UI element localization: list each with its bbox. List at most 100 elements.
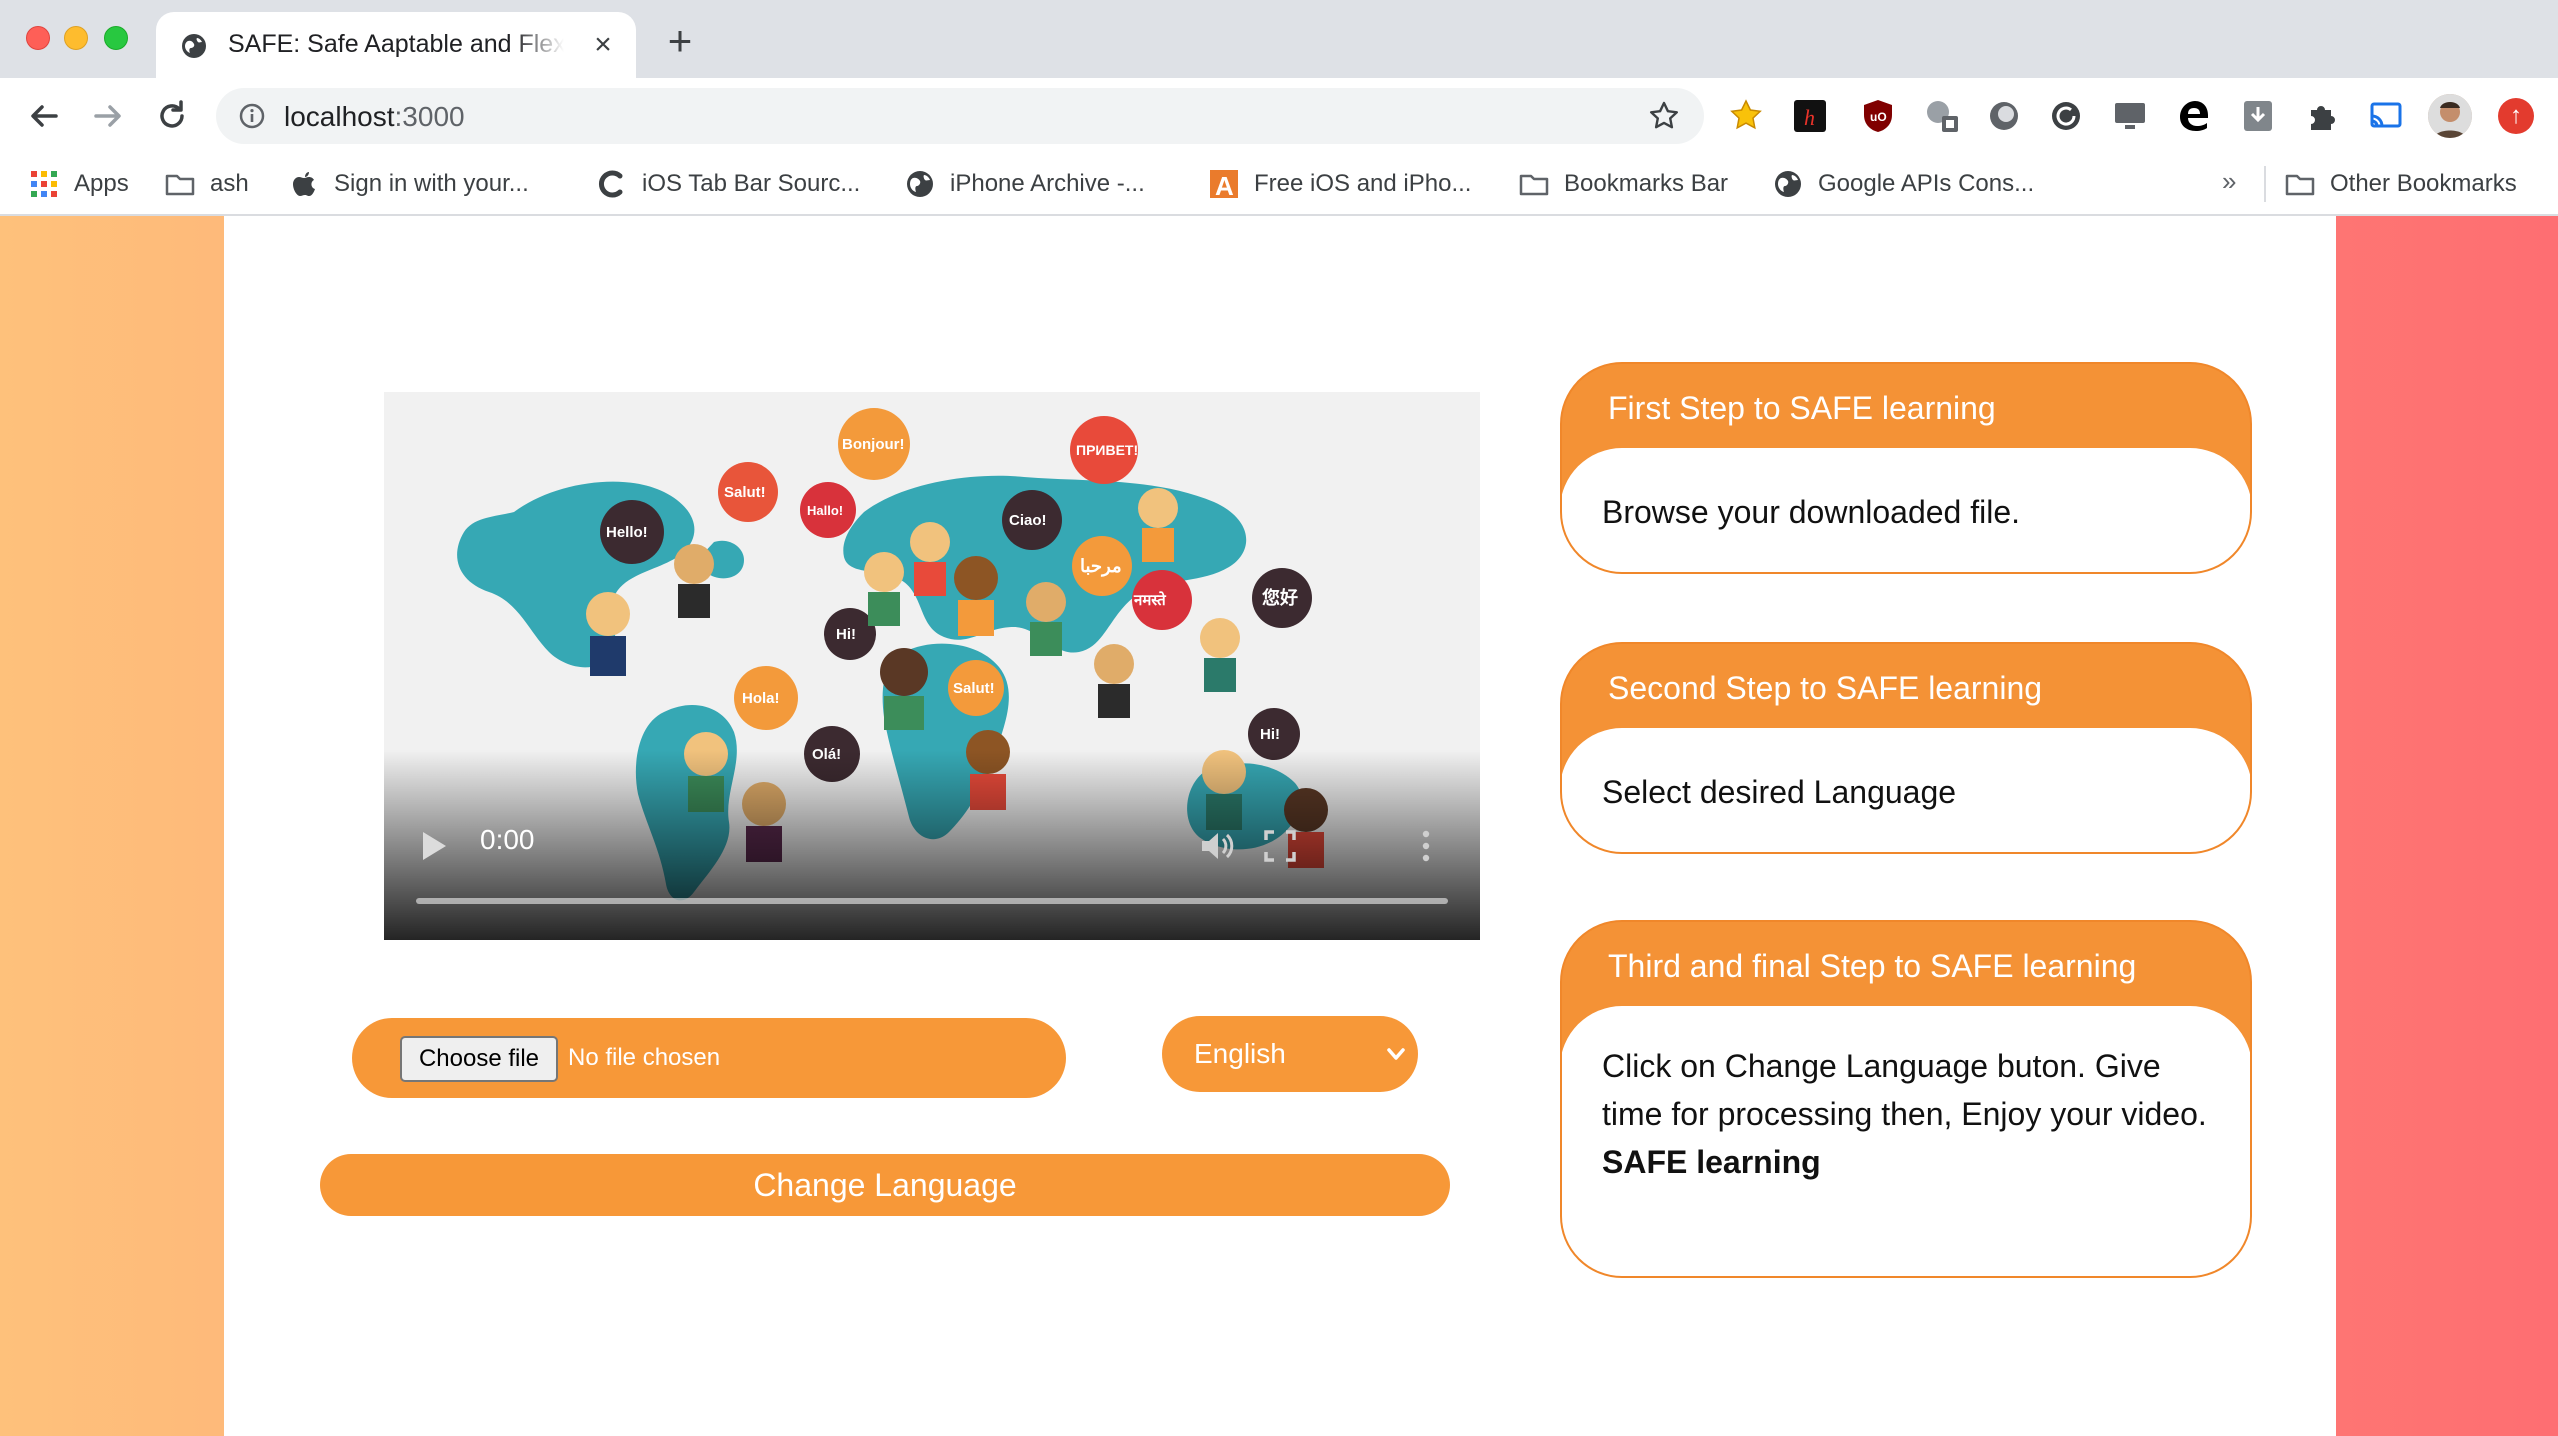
globe-icon [182,34,206,58]
url-host: localhost [284,101,395,132]
bookmark-ash[interactable]: ash [164,164,249,204]
tab-title: SAFE: Safe Aaptable and Flexible [228,30,564,58]
step-title: First Step to SAFE learning [1608,390,1996,426]
url-port: :3000 [394,101,465,132]
bookmark-free-ios[interactable]: A Free iOS and iPho... [1208,164,1471,204]
apps-grid-icon [31,171,57,197]
video-progress-bar[interactable] [416,898,1448,904]
step-card-3: Third and final Step to SAFE learning Cl… [1560,920,2252,1278]
svg-text:Hola!: Hola! [742,690,780,707]
step-body: Select desired Language [1562,728,2250,852]
profile-avatar[interactable] [2428,94,2472,138]
choose-file-button[interactable]: Choose file [400,1036,558,1082]
page-background: Bonjour! ПРИВЕТ! Hello! Salut! Hallo! Ci… [0,216,2558,1436]
svg-text:Hi!: Hi! [836,626,856,643]
more-options-icon[interactable] [1420,828,1432,864]
window-maximize-button[interactable] [104,26,128,50]
change-language-button[interactable]: Change Language [320,1154,1450,1216]
browser-tab-strip: SAFE: Safe Aaptable and Flexible × + [0,0,2558,78]
favorites-star-icon[interactable] [1728,98,1764,134]
bookmark-label: iOS Tab Bar Sourc... [642,170,861,197]
play-icon[interactable] [420,830,448,862]
bookmark-other-bookmarks[interactable]: Other Bookmarks [2284,164,2517,204]
step-text: Browse your downloaded file. [1602,494,2021,530]
url-text: localhost:3000 [284,101,465,133]
bookmark-iphone-archive[interactable]: iPhone Archive -... [904,164,1145,204]
address-bar[interactable]: localhost:3000 [216,88,1704,144]
svg-text:A: A [1215,171,1234,200]
bookmarks-bar: Apps ash Sign in with your... iOS Tab Ba… [0,154,2558,216]
safe-learning-strong: SAFE learning [1602,1144,1821,1180]
forward-arrow-icon[interactable] [86,94,130,138]
bookmark-label: Bookmarks Bar [1564,170,1729,197]
step-body: Browse your downloaded file. [1562,448,2250,572]
bookmark-ios-tab-bar[interactable]: iOS Tab Bar Sourc... [596,164,860,204]
translate-extension-icon[interactable] [1924,98,1960,134]
svg-text:Hallo!: Hallo! [807,503,843,518]
bookmark-label: ash [210,170,249,197]
edge-icon[interactable] [2176,98,2212,134]
tab-close-icon[interactable]: × [588,30,618,60]
back-arrow-icon[interactable] [22,94,66,138]
site-info-icon[interactable] [238,102,266,130]
step-text-body: Click on Change Language buton. Give tim… [1602,1048,2207,1132]
reload-icon[interactable] [150,94,194,138]
new-tab-button[interactable]: + [660,20,700,62]
c-logo-icon [599,170,623,198]
bookmark-apps[interactable]: Apps [28,164,129,204]
ublock-icon[interactable]: uO [1860,98,1896,134]
step-title: Second Step to SAFE learning [1608,670,2043,706]
svg-text:Bonjour!: Bonjour! [842,436,904,453]
bookmarks-overflow-chevron[interactable]: » [2222,166,2236,197]
video-time: 0:00 [480,824,535,855]
bookmark-google-apis[interactable]: Google APIs Cons... [1772,164,2034,204]
bookmark-label: Google APIs Cons... [1818,170,2035,197]
download-extension-icon[interactable] [2240,98,2276,134]
chevron-down-icon [1387,1048,1405,1060]
svg-text:您好: 您好 [1262,587,1298,608]
puzzle-extensions-icon[interactable] [2304,98,2340,134]
video-controls-gradient [384,750,1480,940]
bookmark-star-icon[interactable] [1648,100,1680,132]
window-close-button[interactable] [26,26,50,50]
svg-text:ПРИВЕТ!: ПРИВЕТ! [1076,442,1138,458]
video-player[interactable]: Bonjour! ПРИВЕТ! Hello! Salut! Hallo! Ci… [384,392,1480,940]
step-text: Select desired Language [1602,774,1957,810]
no-file-chosen-text: No file chosen [568,1044,721,1071]
language-select[interactable]: English [1162,1016,1418,1092]
bookmark-label: Apps [74,170,129,197]
svg-text:नमस्ते: नमस्ते [1133,591,1167,609]
folder-icon [2285,174,2315,196]
screen-extension-icon[interactable] [2112,98,2148,134]
browser-tab-active[interactable]: SAFE: Safe Aaptable and Flexible × [156,12,636,78]
bookmark-bookmarks-bar[interactable]: Bookmarks Bar [1518,164,1728,204]
circle-extension-icon[interactable] [1986,98,2022,134]
bookmark-label: iPhone Archive -... [950,170,1145,197]
svg-text:Salut!: Salut! [724,484,766,501]
step-body: Click on Change Language buton. Give tim… [1562,1006,2250,1276]
cast-icon[interactable] [2368,98,2404,134]
folder-icon [165,174,195,196]
content-card: Bonjour! ПРИВЕТ! Hello! Salut! Hallo! Ci… [224,216,2336,1436]
update-icon[interactable]: ↑ [2498,98,2534,134]
step-card-1: First Step to SAFE learning Browse your … [1560,362,2252,574]
bookmarks-divider [2264,166,2266,202]
folder-icon [1519,174,1549,196]
bookmark-label: Free iOS and iPho... [1254,170,1472,197]
svg-text:Hello!: Hello! [606,524,648,541]
window-minimize-button[interactable] [64,26,88,50]
bookmark-sign-in[interactable]: Sign in with your... [288,164,529,204]
refresh-extension-icon[interactable] [2048,98,2084,134]
apple-icon [293,172,315,196]
step-text: Click on Change Language buton. Give tim… [1602,1042,2212,1186]
globe-icon [907,171,933,197]
volume-icon[interactable] [1198,828,1234,864]
globe-icon [1775,171,1801,197]
svg-text:h: h [1804,105,1815,130]
avatar-face-icon [2428,94,2472,138]
fullscreen-icon[interactable] [1262,828,1298,864]
bookmark-label: Sign in with your... [334,170,529,197]
honey-extension-icon[interactable]: h [1792,98,1828,134]
svg-text:مرحبا: مرحبا [1080,556,1122,577]
svg-text:Hi!: Hi! [1260,726,1280,743]
